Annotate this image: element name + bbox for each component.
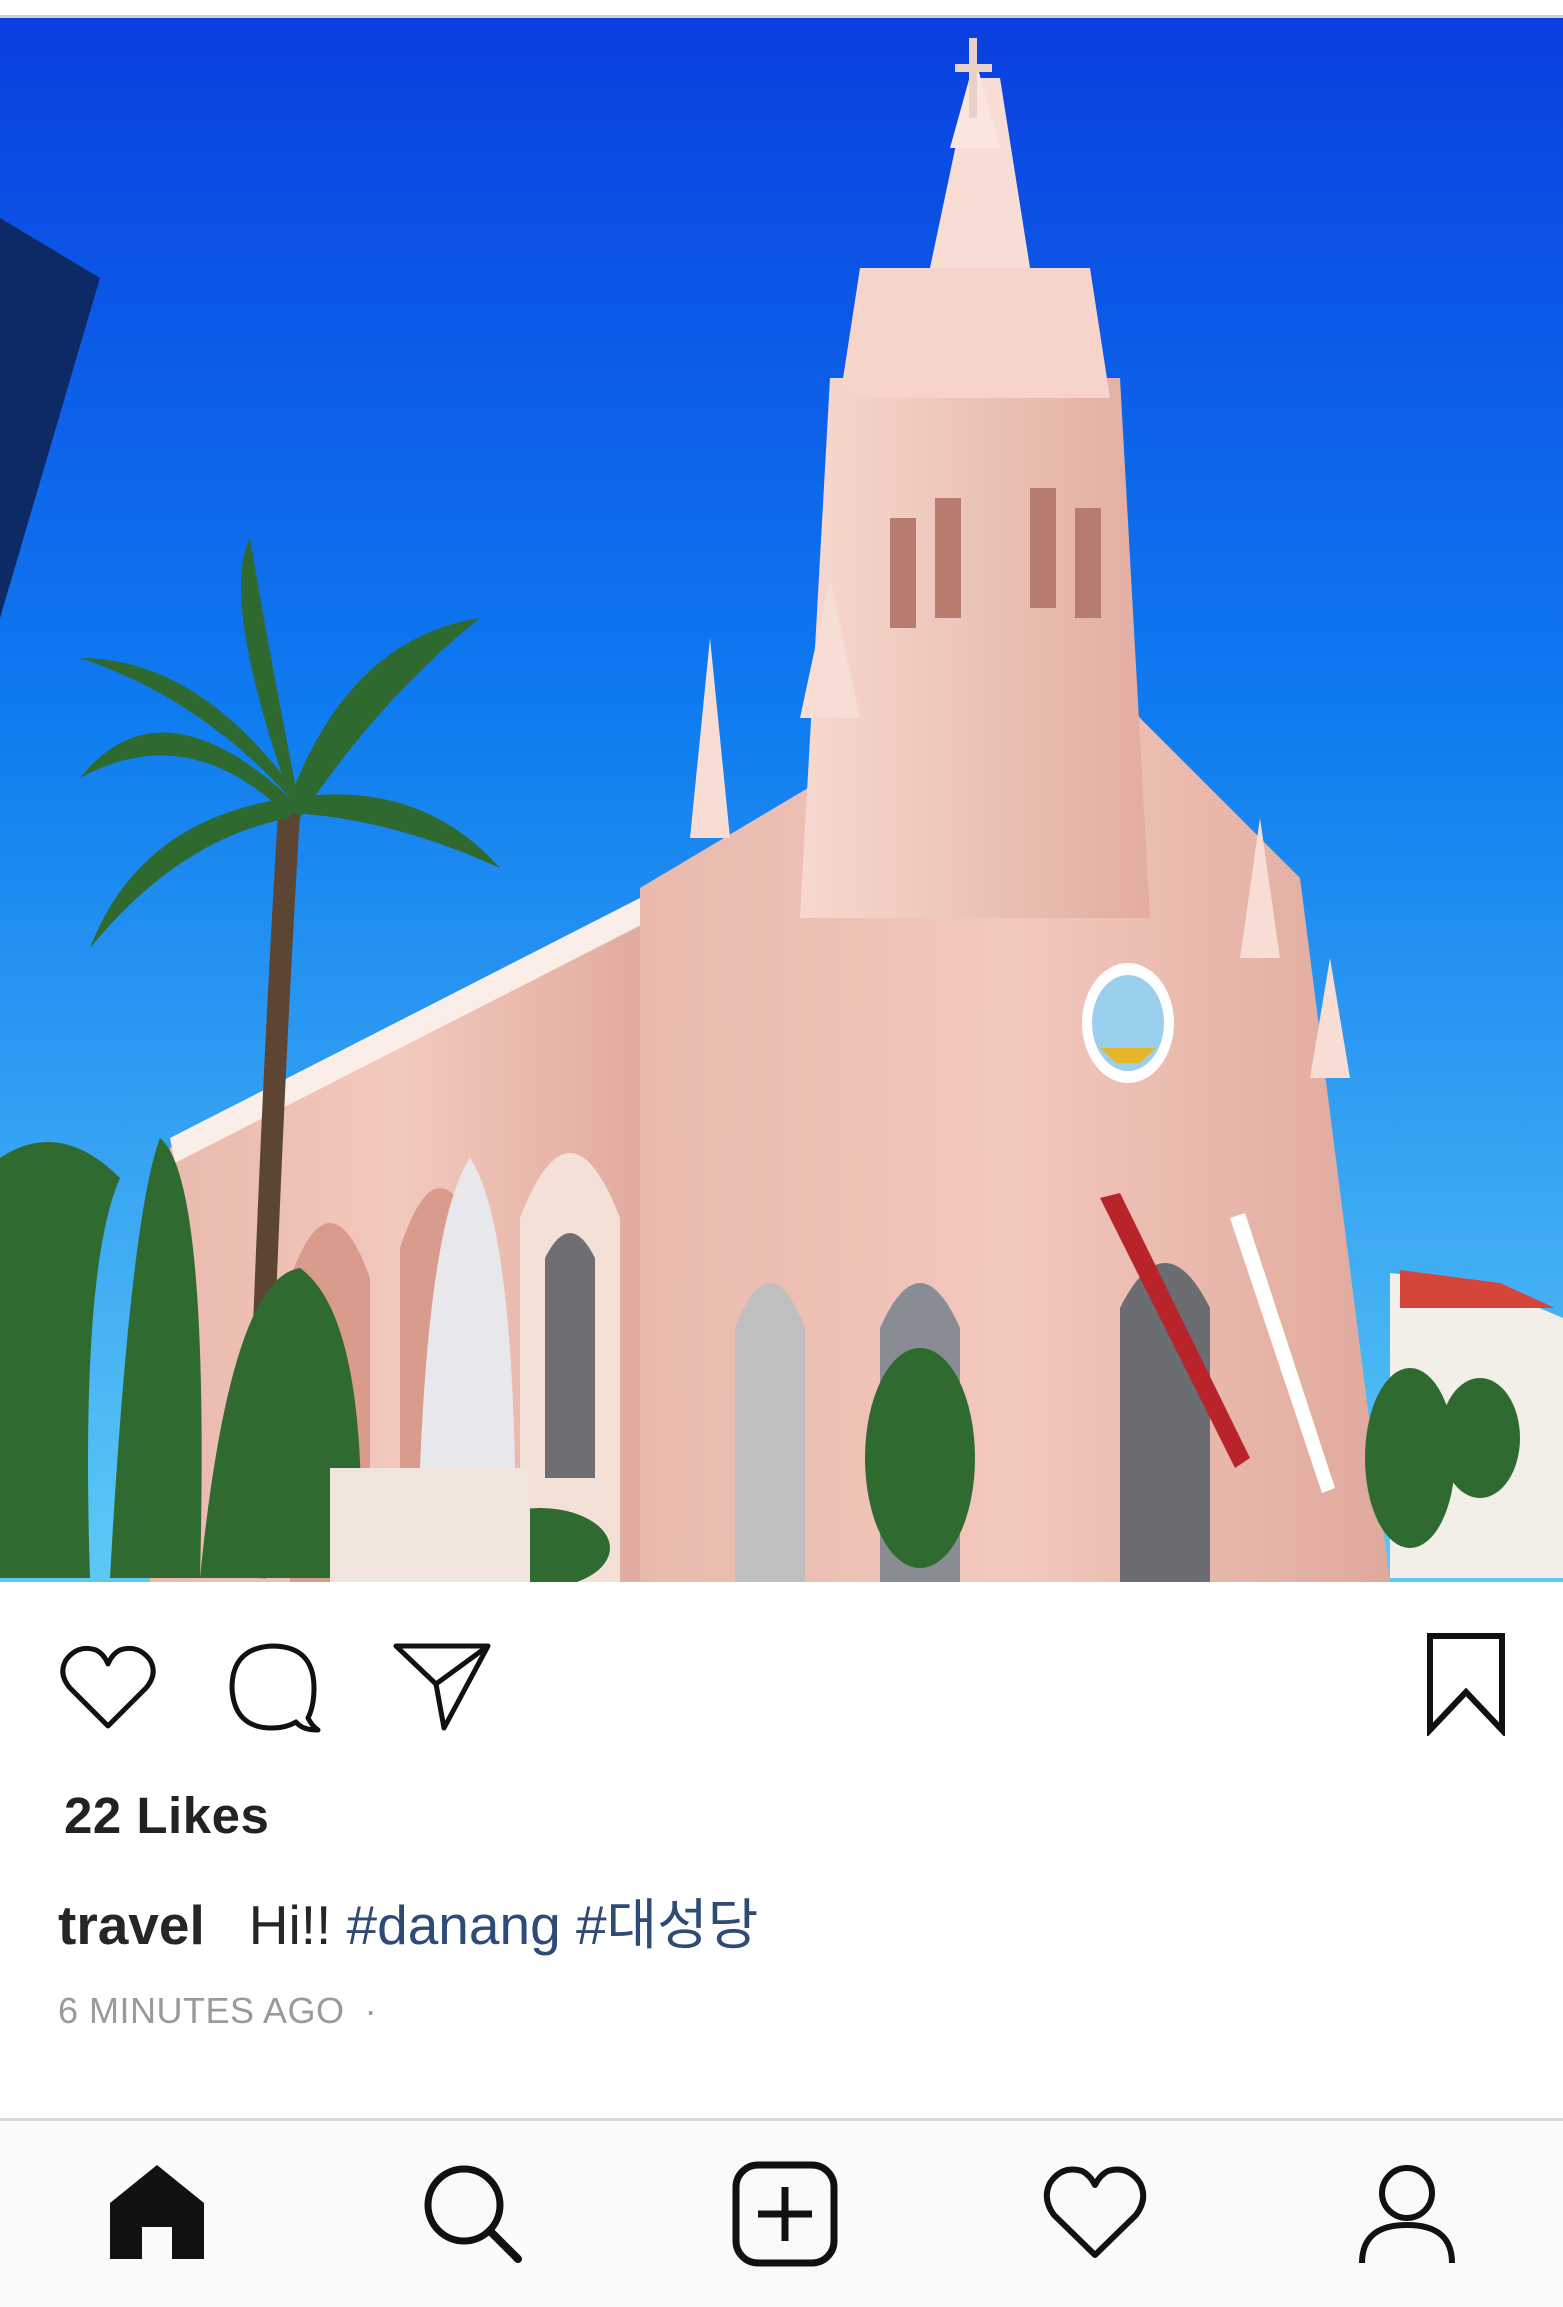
hashtag-danang[interactable]: #danang: [347, 1894, 561, 1956]
timestamp-separator: ·: [364, 1990, 378, 2031]
timestamp-text: 6 MINUTES AGO: [58, 1990, 345, 2031]
comment-bubble-icon[interactable]: [224, 1636, 324, 1736]
post-photo[interactable]: [0, 18, 1563, 1582]
likes-count[interactable]: 22 Likes: [64, 1786, 269, 1845]
post-timestamp: 6 MINUTES AGO ·: [58, 1990, 377, 2032]
add-post-icon[interactable]: [730, 2159, 840, 2269]
paper-plane-icon[interactable]: [392, 1640, 492, 1732]
bottom-navigation: [0, 2118, 1563, 2307]
bookmark-icon[interactable]: [1424, 1632, 1508, 1738]
caption-username[interactable]: travel: [58, 1894, 205, 1956]
hashtag-cathedral[interactable]: #대성당: [576, 1894, 758, 1956]
post-caption: travel Hi!! #danang #대성당: [58, 1880, 758, 1960]
profile-icon[interactable]: [1352, 2159, 1462, 2269]
top-border: [0, 0, 1563, 18]
post-actions-bar: [0, 1582, 1563, 1782]
caption-text: Hi!!: [248, 1894, 332, 1956]
search-icon[interactable]: [418, 2159, 528, 2269]
activity-heart-icon[interactable]: [1040, 2159, 1150, 2269]
home-icon[interactable]: [102, 2159, 212, 2269]
heart-outline-icon[interactable]: [56, 1638, 160, 1738]
